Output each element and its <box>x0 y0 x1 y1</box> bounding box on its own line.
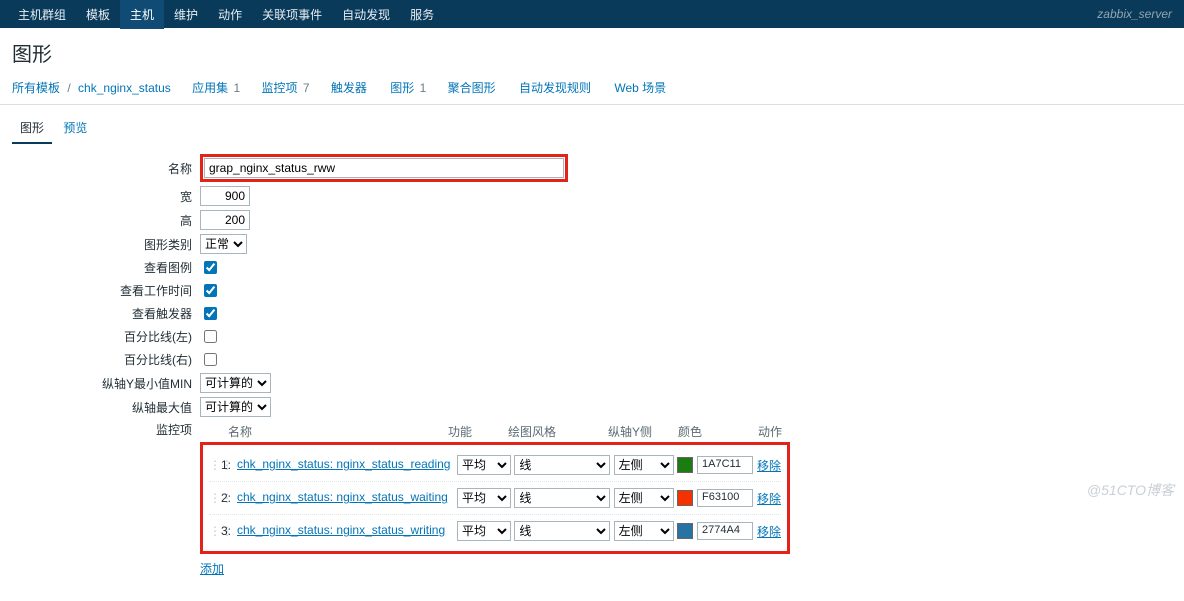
label-ymax: 纵轴最大值 <box>10 399 200 416</box>
color-input[interactable]: 2774A4 <box>697 522 753 540</box>
sublink-appset[interactable]: 应用集 1 <box>192 81 240 95</box>
label-width: 宽 <box>10 188 200 205</box>
item-row: ⋮⋮ 1: chk_nginx_status: nginx_status_rea… <box>209 449 781 481</box>
checkbox-pct-left[interactable] <box>204 330 217 343</box>
items-body: ⋮⋮ 1: chk_nginx_status: nginx_status_rea… <box>200 442 790 554</box>
label-height: 高 <box>10 212 200 229</box>
breadcrumb-root[interactable]: 所有模板 <box>12 81 60 95</box>
select-fn[interactable]: 平均 <box>457 488 511 508</box>
breadcrumb-current[interactable]: chk_nginx_status <box>78 81 171 95</box>
select-fn[interactable]: 平均 <box>457 521 511 541</box>
breadcrumb-bar: 所有模板 / chk_nginx_status 应用集 1 监控项 7 触发器 … <box>0 77 1184 105</box>
item-index: 3: <box>221 524 237 538</box>
select-ymax[interactable]: 可计算的 <box>200 397 271 417</box>
item-name-link[interactable]: chk_nginx_status: nginx_status_reading <box>237 457 457 473</box>
input-width[interactable] <box>200 186 250 206</box>
item-row: ⋮⋮ 2: chk_nginx_status: nginx_status_wai… <box>209 481 781 514</box>
select-fn[interactable]: 平均 <box>457 455 511 475</box>
label-pct-right: 百分比线(右) <box>10 351 200 368</box>
drag-handle-icon[interactable]: ⋮⋮ <box>209 524 221 538</box>
remove-link[interactable]: 移除 <box>757 457 781 474</box>
sublink-items[interactable]: 监控项 7 <box>262 81 310 95</box>
select-ymin[interactable]: 可计算的 <box>200 373 271 393</box>
item-index: 1: <box>221 458 237 472</box>
form-area: 名称 宽 高 图形类别 正常 查看图例 查看工作时间 查看触发器 百分比线(左)… <box>0 144 1184 601</box>
nav-hosts[interactable]: 主机 <box>120 0 164 29</box>
select-drawstyle[interactable]: 线 <box>514 488 610 508</box>
select-yside[interactable]: 左侧 <box>614 455 674 475</box>
col-style: 绘图风格 <box>508 423 608 440</box>
nav-maintenance[interactable]: 维护 <box>164 0 208 29</box>
breadcrumb-sep: / <box>67 81 70 95</box>
drag-handle-icon[interactable]: ⋮⋮ <box>209 458 221 472</box>
remove-link[interactable]: 移除 <box>757 523 781 540</box>
nav-hostgroups[interactable]: 主机群组 <box>8 0 76 29</box>
highlight-name <box>200 154 568 182</box>
remove-link[interactable]: 移除 <box>757 490 781 507</box>
checkbox-pct-right[interactable] <box>204 353 217 366</box>
sublink-discoveryrules[interactable]: 自动发现规则 <box>519 81 596 95</box>
col-name: 名称 <box>228 423 448 440</box>
items-header: 名称 功能 绘图风格 纵轴Y侧 颜色 动作 <box>200 421 1174 442</box>
drag-handle-icon[interactable]: ⋮⋮ <box>209 491 221 505</box>
nav-templates[interactable]: 模板 <box>76 0 120 29</box>
label-pct-left: 百分比线(左) <box>10 328 200 345</box>
sublink-graphs[interactable]: 图形 1 <box>390 81 426 95</box>
col-side: 纵轴Y侧 <box>608 423 678 440</box>
color-swatch[interactable] <box>677 457 693 473</box>
checkbox-triggers[interactable] <box>204 307 217 320</box>
select-drawstyle[interactable]: 线 <box>514 521 610 541</box>
tab-graph[interactable]: 图形 <box>12 113 52 144</box>
select-yside[interactable]: 左侧 <box>614 488 674 508</box>
item-index: 2: <box>221 491 237 505</box>
select-type[interactable]: 正常 <box>200 234 247 254</box>
col-fn: 功能 <box>448 423 508 440</box>
label-worktime: 查看工作时间 <box>10 282 200 299</box>
tab-preview[interactable]: 预览 <box>55 113 95 142</box>
select-yside[interactable]: 左侧 <box>614 521 674 541</box>
color-swatch[interactable] <box>677 523 693 539</box>
item-name-link[interactable]: chk_nginx_status: nginx_status_waiting <box>237 490 457 506</box>
sublink-web[interactable]: Web 场景 <box>614 81 668 95</box>
input-name[interactable] <box>204 158 564 178</box>
color-input[interactable]: F63100 <box>697 489 753 507</box>
color-swatch[interactable] <box>677 490 693 506</box>
input-height[interactable] <box>200 210 250 230</box>
add-item-link[interactable]: 添加 <box>200 562 224 576</box>
col-action: 动作 <box>758 423 798 440</box>
color-input[interactable]: 1A7C11 <box>697 456 753 474</box>
page-title: 图形 <box>0 28 1184 77</box>
server-name-label: zabbix_server <box>1097 7 1176 21</box>
label-triggers: 查看触发器 <box>10 305 200 322</box>
watermark: @51CTO博客 <box>1087 480 1174 500</box>
nav-actions[interactable]: 动作 <box>208 0 252 29</box>
top-nav: 主机群组 模板 主机 维护 动作 关联项事件 自动发现 服务 zabbix_se… <box>0 0 1184 28</box>
nav-correlation[interactable]: 关联项事件 <box>252 0 332 29</box>
nav-discovery[interactable]: 自动发现 <box>332 0 400 29</box>
select-drawstyle[interactable]: 线 <box>514 455 610 475</box>
label-name: 名称 <box>10 160 200 177</box>
label-ymin: 纵轴Y最小值MIN <box>10 375 200 392</box>
sublink-screens[interactable]: 聚合图形 <box>448 81 501 95</box>
item-name-link[interactable]: chk_nginx_status: nginx_status_writing <box>237 523 457 539</box>
checkbox-worktime[interactable] <box>204 284 217 297</box>
nav-services[interactable]: 服务 <box>400 0 444 29</box>
checkbox-legend[interactable] <box>204 261 217 274</box>
label-type: 图形类别 <box>10 236 200 253</box>
sublink-triggers[interactable]: 触发器 <box>331 81 372 95</box>
label-items: 监控项 <box>10 421 200 438</box>
label-legend: 查看图例 <box>10 259 200 276</box>
item-row: ⋮⋮ 3: chk_nginx_status: nginx_status_wri… <box>209 514 781 547</box>
tabs: 图形 预览 <box>0 105 1184 144</box>
col-color: 颜色 <box>678 423 758 440</box>
